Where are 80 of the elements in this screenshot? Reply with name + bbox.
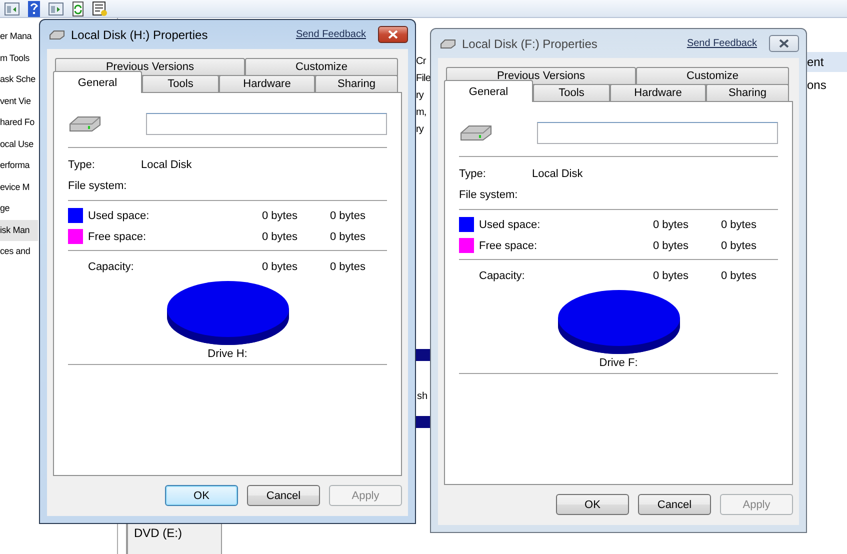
hard-drive-icon	[68, 115, 102, 133]
tab[interactable]: Customize	[636, 67, 789, 85]
close-button[interactable]	[378, 26, 408, 43]
send-feedback-link[interactable]: Send Feedback	[686, 38, 757, 49]
close-icon	[388, 30, 398, 39]
bytes-value: 0 bytes	[262, 210, 298, 222]
type-value: Local Disk	[532, 168, 584, 180]
window-title: Local Disk (F:) Properties	[462, 36, 598, 50]
disk-label: DVD (E:)	[134, 526, 182, 540]
bytes-value: 0 bytes	[262, 260, 298, 272]
drive-label: Drive F:	[599, 357, 638, 371]
drive-name-field[interactable]	[537, 122, 778, 144]
column-text: m,	[416, 107, 426, 120]
file-system-label: File system:	[68, 180, 128, 192]
refresh-icon[interactable]	[70, 0, 86, 16]
space-label: Used space:	[88, 210, 150, 222]
space-label: Free space:	[88, 230, 148, 242]
bytes-value: 0 bytes	[653, 218, 690, 230]
close-icon	[779, 39, 789, 48]
type-label: Type:	[68, 158, 96, 170]
drive-icon	[440, 38, 456, 48]
drive-name-field[interactable]	[146, 113, 387, 135]
tab[interactable]: General	[53, 71, 142, 93]
tab[interactable]: Sharing	[315, 75, 398, 93]
panel-icon[interactable]	[48, 0, 64, 16]
type-label: Type:	[459, 168, 487, 180]
bytes-value: 0 bytes	[262, 230, 298, 242]
tab[interactable]: Hardware	[219, 75, 315, 93]
drive-label: Drive H:	[208, 348, 248, 362]
column-text: sh	[417, 391, 428, 402]
size-value: 0 bytes	[330, 230, 366, 242]
bytes-value: 0 bytes	[653, 240, 690, 252]
column-text: Cr	[416, 56, 426, 69]
capacity-label: Capacity:	[88, 260, 135, 272]
action-item[interactable]: ons	[807, 78, 847, 92]
space-label: Free space:	[479, 240, 538, 252]
tree-item[interactable]: ge	[0, 198, 38, 220]
tree-item[interactable]: ask Sche	[0, 69, 38, 90]
tree-item[interactable]: ocal Use	[0, 134, 38, 155]
tree-item[interactable]: m Tools	[0, 48, 38, 69]
send-feedback-link[interactable]: Send Feedback	[296, 29, 366, 40]
back-pane-icon[interactable]	[4, 0, 20, 16]
tab[interactable]: General	[444, 80, 533, 102]
size-value: 0 bytes	[721, 240, 758, 252]
window-title: Local Disk (H:) Properties	[71, 28, 209, 42]
dialog-button[interactable]: OK	[165, 485, 238, 506]
tab[interactable]: Hardware	[610, 84, 706, 102]
properties-icon[interactable]	[92, 0, 108, 16]
dialog-button[interactable]: Cancel	[638, 494, 711, 515]
tab[interactable]: Sharing	[706, 84, 789, 102]
dialog-button[interactable]: Cancel	[247, 485, 320, 506]
disk-row[interactable]: DVD (E:)	[126, 524, 222, 554]
tree-item[interactable]: evice M	[0, 176, 38, 198]
type-value: Local Disk	[141, 158, 193, 170]
dialog-button[interactable]: OK	[556, 494, 629, 515]
column-text: ry	[416, 124, 424, 137]
tab[interactable]: Tools	[142, 75, 219, 93]
space-label: Used space:	[479, 218, 542, 230]
tree-item[interactable]: erforma	[0, 155, 38, 176]
size-value: 0 bytes	[721, 218, 758, 230]
column-text: File	[416, 73, 431, 86]
tree-item[interactable]: vent Vie	[0, 90, 38, 112]
column-text: ry	[416, 90, 424, 103]
tab[interactable]: Tools	[533, 84, 610, 102]
tab[interactable]: Customize	[245, 58, 398, 76]
size-value: 0 bytes	[721, 270, 758, 282]
size-value: 0 bytes	[330, 210, 366, 222]
close-button[interactable]	[769, 35, 799, 52]
size-value: 0 bytes	[330, 260, 366, 272]
bytes-value: 0 bytes	[653, 270, 690, 282]
drive-icon	[49, 30, 65, 40]
actions-header: ent	[807, 52, 847, 72]
tree-item[interactable]: hared Fo	[0, 112, 38, 134]
tree-item[interactable]: isk Man	[0, 220, 38, 241]
tree-item[interactable]: er Mana	[0, 26, 38, 48]
help-icon[interactable]	[26, 0, 42, 16]
hard-drive-icon	[459, 124, 493, 142]
file-system-label: File system:	[459, 188, 519, 200]
capacity-label: Capacity:	[479, 270, 526, 282]
tree-item[interactable]: ces and	[0, 241, 38, 262]
